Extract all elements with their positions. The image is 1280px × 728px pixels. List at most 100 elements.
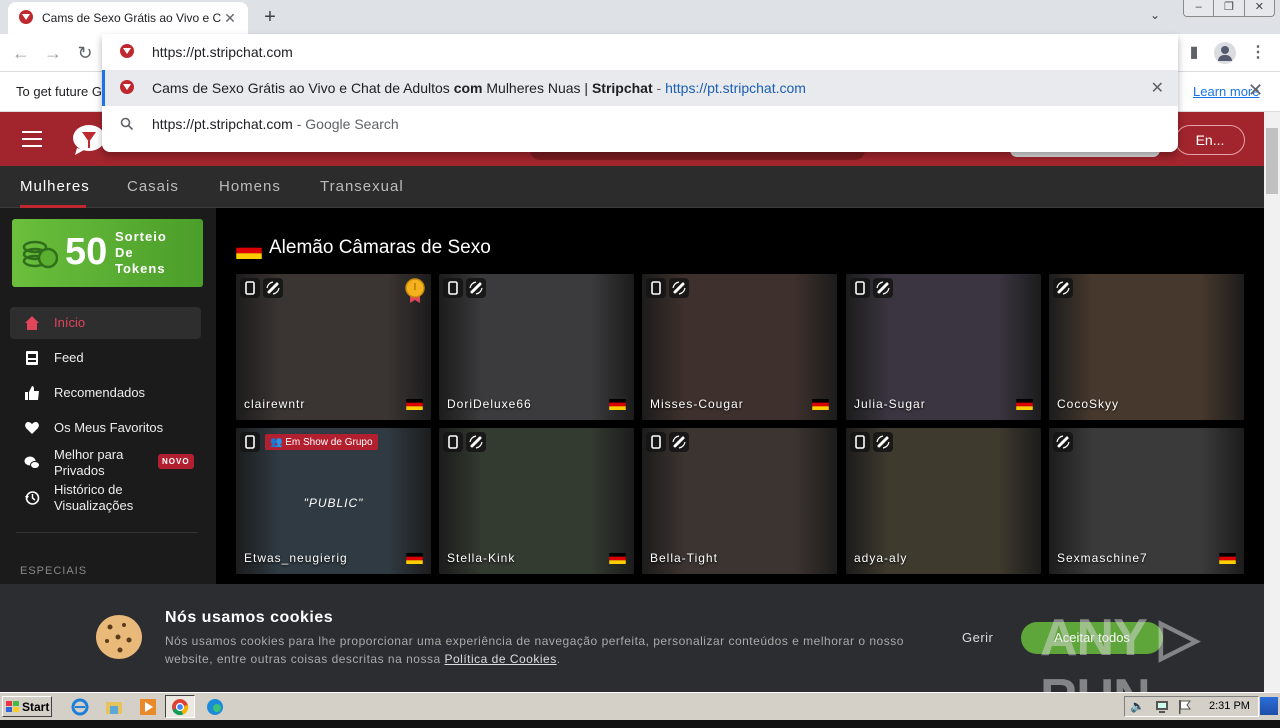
internet-explorer-icon[interactable] [70,697,90,717]
model-name: CocoSkyy [1057,397,1120,411]
card-badges: 👥 Em Show de Grupo [240,432,378,452]
sidebar-item-favoritos[interactable]: Os Meus Favoritos [10,412,201,444]
card-badges [646,432,689,452]
stripchat-favicon-icon [120,80,134,94]
germany-flag-icon [609,553,626,564]
heart-icon [25,422,39,434]
volume-icon[interactable]: 🔈 [1130,699,1145,713]
history-icon [25,491,40,505]
restore-button[interactable]: ❐ [1214,0,1245,16]
start-label: Start [22,699,50,714]
sidebar-item-historico[interactable]: Histórico de Visualizações [10,482,201,514]
card-badges [443,278,486,298]
tab-search-icon[interactable]: ⌄ [1150,8,1160,22]
suggestion-part: com [453,80,483,96]
close-window-button[interactable]: ✕ [1245,0,1274,16]
card-badges [1053,278,1073,298]
scrollbar-thumb[interactable] [1266,128,1278,194]
language-button[interactable]: En... [1175,125,1245,155]
action-center-flag-icon[interactable] [1178,699,1192,715]
mobile-icon [850,278,870,298]
medal-icon [405,278,425,303]
sidebar-item-label: Histórico de Visualizações [54,482,134,513]
menu-kebab-icon[interactable]: ⋮ [1246,41,1270,65]
profile-avatar[interactable] [1214,42,1236,64]
new-tab-button[interactable]: + [258,6,282,30]
site-logo-icon[interactable] [72,124,106,156]
model-name: Misses-Cougar [650,397,744,411]
tab-title: Cams de Sexo Grátis ao Vivo e Chat de Ad… [42,11,222,25]
tab-mulheres[interactable]: Mulheres [20,178,90,195]
token-giveaway-banner[interactable]: 50 Sorteio De Tokens [12,219,203,287]
model-card[interactable]: clairewntr [236,274,431,420]
promo-line: Tokens [115,261,166,276]
show-desktop-button[interactable] [1260,697,1278,715]
model-card[interactable]: Julia-Sugar [846,274,1041,420]
window-controls: – ❐ ✕ [1183,0,1275,17]
sidebar-item-label: Feed [54,350,84,365]
model-card[interactable]: adya-aly [846,428,1041,574]
reload-button[interactable]: ↻ [74,42,96,64]
mobile-icon [443,432,463,452]
model-name: Etwas_neugierig [244,551,348,565]
cookie-policy-link[interactable]: Política de Cookies [444,652,556,666]
omnibox-input[interactable]: https://pt.stripchat.com [152,44,293,60]
windows-logo-icon [6,700,19,712]
forward-button[interactable]: → [42,42,64,64]
start-button[interactable]: Start [2,696,52,717]
suggestion-text: https://pt.stripchat.com - Google Search [152,116,399,132]
section-title: Alemão Câmaras de Sexo [269,237,491,258]
omnibox-input-row[interactable]: https://pt.stripchat.com [102,34,1178,70]
interactive-toy-icon [669,432,689,452]
browser-tab[interactable]: Cams de Sexo Grátis ao Vivo e Chat de Ad… [8,2,248,34]
germany-flag-icon [1016,399,1033,410]
remove-suggestion-icon[interactable]: ✕ [1151,78,1164,98]
germany-flag-icon [609,399,626,410]
promo-label: Sorteio De Tokens [115,229,167,277]
model-name: adya-aly [854,551,908,565]
page-scrollbar[interactable] [1264,112,1280,692]
tab-homens[interactable]: Homens [219,178,281,195]
model-name: Stella-Kink [447,551,516,565]
back-button[interactable]: ← [10,42,32,64]
model-name: clairewntr [244,397,306,411]
omnibox-suggestion-history[interactable]: Cams de Sexo Grátis ao Vivo e Chat de Ad… [102,70,1178,106]
hamburger-menu-icon[interactable] [22,131,42,147]
side-panel-icon[interactable]: ▮ [1182,41,1206,65]
model-card[interactable]: 👥 Em Show de Grupo "PUBLIC" Etwas_neugieri… [236,428,431,574]
network-icon[interactable] [1154,699,1170,715]
manage-cookies-button[interactable]: Gerir [962,630,993,645]
mobile-icon [443,278,463,298]
tab-casais[interactable]: Casais [127,178,179,195]
sidebar-item-label: Melhor para Privados [54,447,124,478]
sidebar-item-feed[interactable]: Feed [10,342,201,374]
minimize-button[interactable]: – [1184,0,1215,16]
model-card[interactable]: Bella-Tight [642,428,837,574]
model-card[interactable]: Stella-Kink [439,428,634,574]
new-badge: NOVO [158,454,194,469]
file-explorer-icon[interactable] [104,697,124,717]
omnibox-suggestion-search[interactable]: https://pt.stripchat.com - Google Search [102,106,1178,142]
sidebar-item-label: Início [54,315,86,330]
interactive-toy-icon [669,278,689,298]
infobar-close-icon[interactable]: ✕ [1248,80,1263,101]
sidebar-item-recomendados[interactable]: Recomendados [10,377,201,409]
model-card[interactable]: Misses-Cougar [642,274,837,420]
cookie-description: Nós usamos cookies para lhe proporcionar… [165,632,905,668]
germany-flag-icon [1219,553,1236,564]
media-player-icon[interactable] [138,697,158,717]
cookie-title: Nós usamos cookies [165,609,334,626]
model-card[interactable]: DoriDeluxe66 [439,274,634,420]
tab-close-icon[interactable]: ✕ [222,10,238,27]
tab-transexual[interactable]: Transexual [320,178,404,195]
suggestion-part: Stripchat [591,80,653,96]
card-badges [1053,432,1073,452]
edge-icon[interactable] [205,697,225,717]
interactive-toy-icon [873,278,893,298]
sidebar-item-inicio[interactable]: Início [10,307,201,339]
category-tabs: Mulheres Casais Homens Transexual [0,166,1264,208]
model-card[interactable]: Sexmaschine7 [1049,428,1244,574]
model-card[interactable]: CocoSkyy [1049,274,1244,420]
suggestion-part: https://pt.stripchat.com [152,116,293,132]
stream-overlay-text: "PUBLIC" [303,496,364,510]
